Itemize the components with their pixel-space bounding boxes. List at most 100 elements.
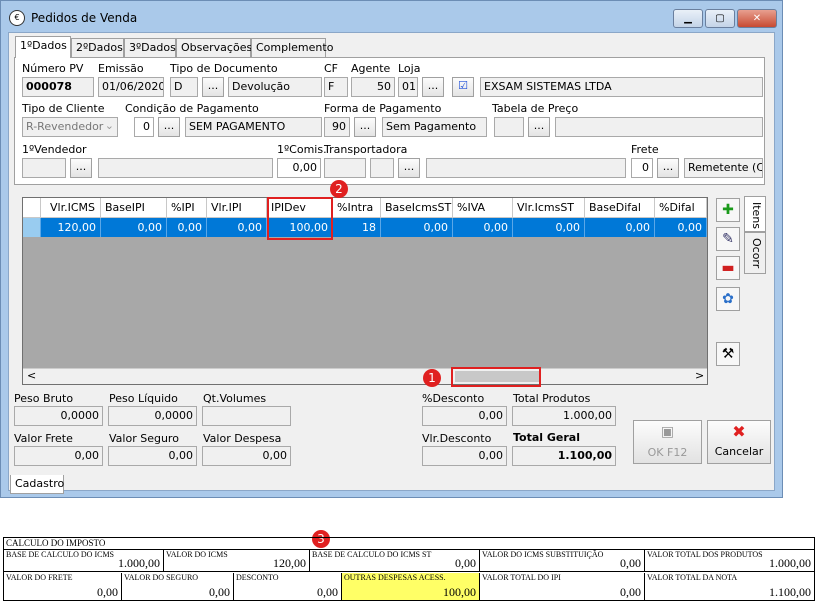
transportadora-lookup-button[interactable]: ... <box>398 158 420 178</box>
transportadora-loja[interactable] <box>370 158 394 178</box>
cell-pct-difal[interactable]: 0,00 <box>655 218 707 237</box>
ok-button[interactable]: ▣ OK F12 <box>633 420 702 464</box>
items-grid[interactable]: Vlr.ICMS BaseIPI %IPI Vlr.IPI IPIDev %In… <box>22 197 708 385</box>
tabela-preco-code[interactable] <box>494 117 524 137</box>
add-item-button[interactable]: ✚ <box>716 198 740 222</box>
edit-item-button[interactable]: ✎ <box>716 227 740 251</box>
palette-icon[interactable]: ✿ <box>716 287 740 311</box>
col-base-icms-st[interactable]: BaseIcmsST <box>381 198 453 218</box>
emissao-label: Emissão <box>98 62 144 75</box>
numero-pv-label: Número PV <box>22 62 84 75</box>
tab-3dados[interactable]: 3ºDados <box>124 38 176 57</box>
imposto-cell: VALOR TOTAL DOS PRODUTOS 1.000,00 <box>645 550 814 572</box>
imposto-value: 0,00 <box>455 556 476 570</box>
forma-pag-code[interactable]: 90 <box>324 117 350 137</box>
imposto-label: DESCONTO <box>236 573 279 582</box>
imposto-label: OUTRAS DESPESAS ACESS. <box>344 573 446 582</box>
app-icon: € <box>9 10 25 26</box>
loja-field[interactable]: 01 <box>398 77 418 97</box>
numero-pv-field[interactable]: 000078 <box>22 77 94 97</box>
col-base-ipi[interactable]: BaseIPI <box>101 198 167 218</box>
total-geral-label: Total Geral <box>513 431 580 444</box>
comis-field[interactable]: 0,00 <box>277 158 321 178</box>
tools-icon[interactable]: ⚒ <box>716 342 740 366</box>
tipo-cliente-value: R-Revendedor <box>26 120 104 133</box>
agente-field[interactable]: 50 <box>351 77 395 97</box>
cell-base-ipi[interactable]: 0,00 <box>101 218 167 237</box>
remove-item-button[interactable]: ▬ <box>716 256 740 280</box>
tab-2dados[interactable]: 2ºDados <box>71 38 124 57</box>
imposto-value: 0,00 <box>97 585 118 599</box>
maximize-button[interactable]: ▢ <box>705 9 735 28</box>
tab-ocorr[interactable]: Ocorr <box>744 232 766 274</box>
cond-pag-code[interactable]: 0 <box>134 117 154 137</box>
cell-vlr-icms-st[interactable]: 0,00 <box>513 218 585 237</box>
imposto-value: 100,00 <box>443 585 476 599</box>
col-pct-ipi[interactable]: %IPI <box>167 198 207 218</box>
tipo-documento-code[interactable]: D <box>170 77 198 97</box>
scroll-right-icon[interactable]: > <box>695 369 704 382</box>
col-pct-difal[interactable]: %Difal <box>655 198 707 218</box>
badge-1: 1 <box>423 369 441 387</box>
vendedor-lookup-button[interactable]: ... <box>70 158 92 178</box>
tab-1dados[interactable]: 1ºDados <box>15 36 71 58</box>
col-vlr-icms[interactable]: Vlr.ICMS <box>41 198 101 218</box>
col-vlr-icms-st[interactable]: Vlr.IcmsST <box>513 198 585 218</box>
status-tab[interactable]: Cadastro <box>10 475 64 494</box>
total-produtos-label: Total Produtos <box>513 392 591 405</box>
scroll-highlight-box <box>451 367 541 387</box>
vendedor-code[interactable] <box>22 158 66 178</box>
valor-frete-label: Valor Frete <box>14 432 73 445</box>
minimize-button[interactable]: ▁ <box>673 9 703 28</box>
imposto-cell: VALOR DO FRETE 0,00 <box>4 573 122 600</box>
cell-pct-ipi[interactable]: 0,00 <box>167 218 207 237</box>
cell-pct-iva[interactable]: 0,00 <box>453 218 513 237</box>
frete-code[interactable]: 0 <box>631 158 653 178</box>
cell-vlr-icms[interactable]: 120,00 <box>41 218 101 237</box>
cancel-button[interactable]: ✖ Cancelar <box>707 420 771 464</box>
frete-lookup-button[interactable]: ... <box>657 158 679 178</box>
col-pct-iva[interactable]: %IVA <box>453 198 513 218</box>
imposto-cell: BASE DE CALCULO DO ICMS 1.000,00 <box>4 550 164 572</box>
desconto-pct-field: 0,00 <box>422 406 507 426</box>
imposto-cell: BASE DE CALCULO DO ICMS ST 0,00 <box>310 550 480 572</box>
forma-pag-lookup-button[interactable]: ... <box>354 117 376 137</box>
imposto-label: VALOR TOTAL DO IPI <box>482 573 561 582</box>
imposto-label: VALOR DO ICMS SUBSTITUIÇÃO <box>482 550 604 559</box>
imposto-label: VALOR TOTAL DOS PRODUTOS <box>647 550 763 559</box>
close-button[interactable]: ✕ <box>737 9 777 28</box>
row-indicator[interactable] <box>23 218 41 237</box>
loja-lookup-button[interactable]: ... <box>422 77 444 97</box>
tipo-documento-lookup-button[interactable]: ... <box>202 77 224 97</box>
col-pct-intra[interactable]: %Intra <box>333 198 381 218</box>
tipo-cliente-select[interactable]: R-Revendedor ⌄ <box>22 117 118 137</box>
tab-complemento[interactable]: Complemento <box>251 38 333 57</box>
valor-seguro-field: 0,00 <box>108 446 197 466</box>
tab-itens[interactable]: Itens <box>744 196 766 232</box>
imposto-label: BASE DE CALCULO DO ICMS ST <box>312 550 432 559</box>
cell-base-difal[interactable]: 0,00 <box>585 218 655 237</box>
cond-pag-lookup-button[interactable]: ... <box>158 117 180 137</box>
tabela-preco-lookup-button[interactable]: ... <box>528 117 550 137</box>
tab-observacoes[interactable]: Observações <box>176 38 252 57</box>
forma-pag-desc: Sem Pagamento <box>382 117 487 137</box>
col-base-difal[interactable]: BaseDifal <box>585 198 655 218</box>
imposto-label: VALOR DO FRETE <box>6 573 73 582</box>
cell-vlr-ipi[interactable]: 0,00 <box>207 218 267 237</box>
cell-base-icms-st[interactable]: 0,00 <box>381 218 453 237</box>
imposto-value: 0,00 <box>620 585 641 599</box>
cell-pct-intra[interactable]: 18 <box>333 218 381 237</box>
cf-field[interactable]: F <box>324 77 348 97</box>
emissao-field[interactable]: 01/06/2020 <box>98 77 164 97</box>
valor-despesa-field: 0,00 <box>202 446 291 466</box>
transportadora-code[interactable] <box>324 158 366 178</box>
horizontal-scrollbar[interactable]: < > <box>23 368 707 384</box>
imposto-cell: VALOR TOTAL DO IPI 0,00 <box>480 573 645 600</box>
vendedor-desc <box>98 158 273 178</box>
check-icon[interactable]: ☑ <box>452 77 474 97</box>
col-vlr-ipi[interactable]: Vlr.IPI <box>207 198 267 218</box>
peso-bruto-label: Peso Bruto <box>14 392 74 405</box>
transportadora-label: Transportadora <box>324 143 408 156</box>
scroll-left-icon[interactable]: < <box>27 369 36 382</box>
imposto-value: 1.000,00 <box>118 556 160 570</box>
